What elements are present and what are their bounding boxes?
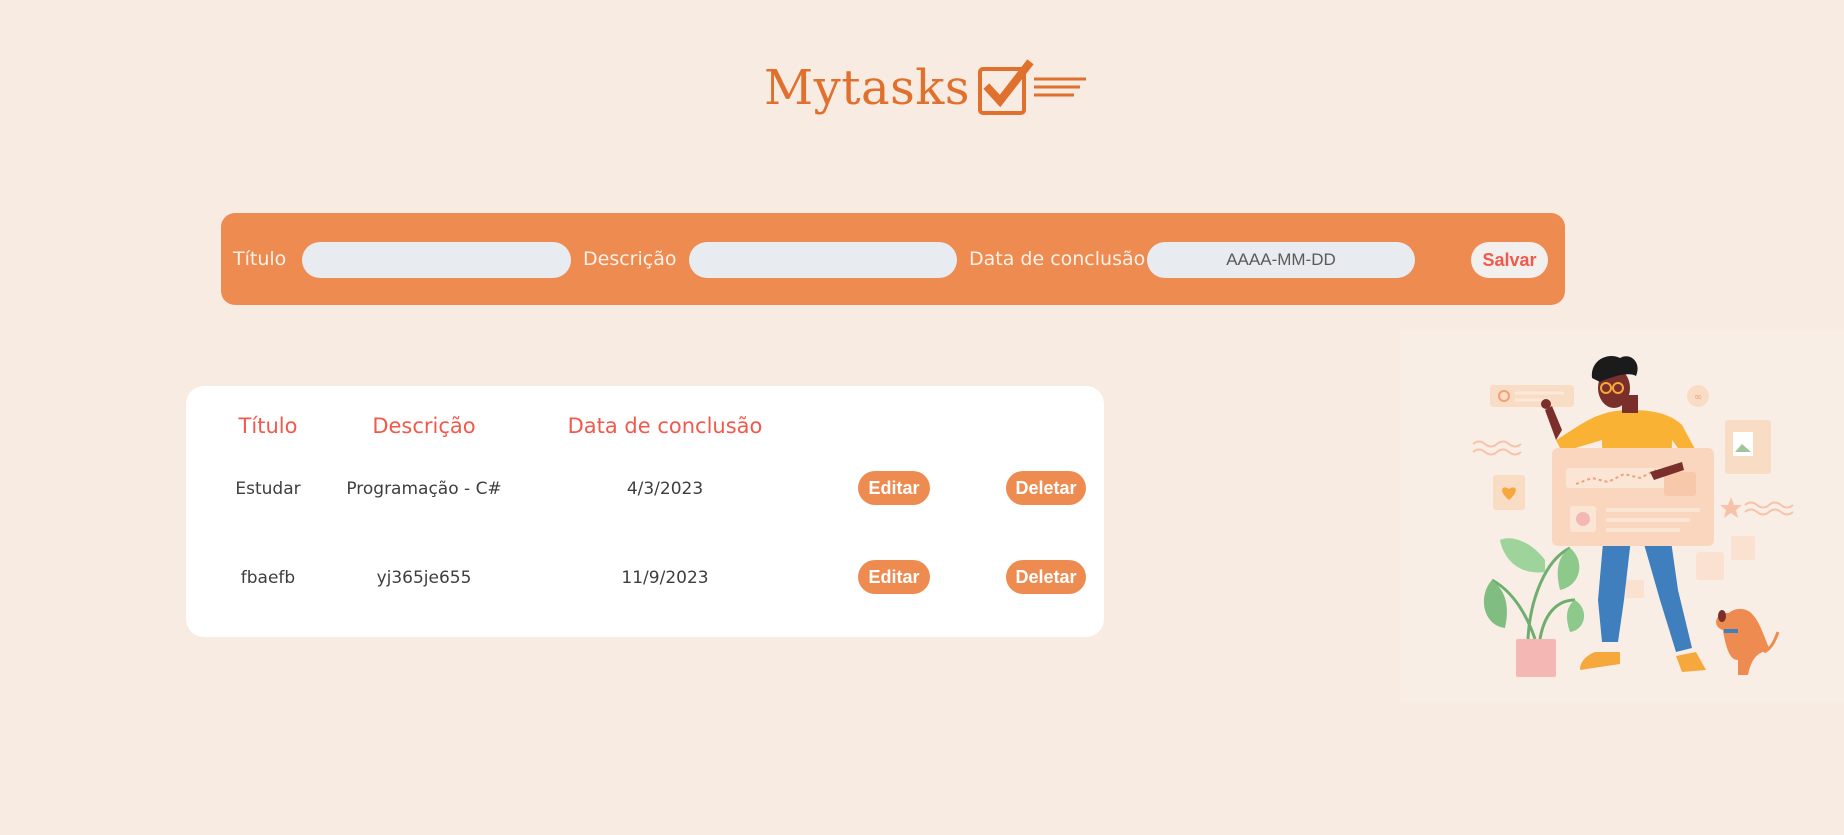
- task-checklist-icon: [978, 59, 1087, 115]
- header-title: Título: [238, 414, 298, 438]
- edit-button[interactable]: Editar: [858, 560, 930, 594]
- title-label: Título: [233, 248, 287, 270]
- task-title: Estudar: [235, 479, 301, 499]
- header-description: Descrição: [372, 414, 476, 438]
- description-label: Descrição: [583, 248, 677, 270]
- task-title: fbaefb: [240, 568, 296, 588]
- table-row: fbaefb yj365je655 11/9/2023 Editar Delet…: [186, 560, 1104, 600]
- save-button[interactable]: Salvar: [1471, 242, 1548, 278]
- task-description: Programação - C#: [346, 479, 502, 499]
- date-input[interactable]: [1147, 242, 1415, 278]
- person-task-board-illustration: ∞: [1400, 330, 1844, 702]
- delete-button[interactable]: Deletar: [1006, 471, 1086, 505]
- task-table: Título Descrição Data de conclusão Estud…: [186, 386, 1104, 637]
- task-form: Título Descrição Data de conclusão Salva…: [221, 213, 1565, 305]
- table-row: Estudar Programação - C# 4/3/2023 Editar…: [186, 471, 1104, 511]
- date-label: Data de conclusão: [969, 248, 1146, 270]
- task-description: yj365je655: [376, 568, 472, 588]
- app-logo: Mytasks: [764, 58, 1092, 118]
- description-input[interactable]: [689, 242, 957, 278]
- app-title: Mytasks: [764, 60, 971, 116]
- edit-button[interactable]: Editar: [858, 471, 930, 505]
- task-date: 11/9/2023: [621, 568, 709, 588]
- delete-button[interactable]: Deletar: [1006, 560, 1086, 594]
- svg-text:∞: ∞: [1694, 392, 1702, 403]
- title-input[interactable]: [302, 242, 571, 278]
- header-date: Data de conclusão: [567, 414, 763, 438]
- task-date: 4/3/2023: [626, 479, 704, 499]
